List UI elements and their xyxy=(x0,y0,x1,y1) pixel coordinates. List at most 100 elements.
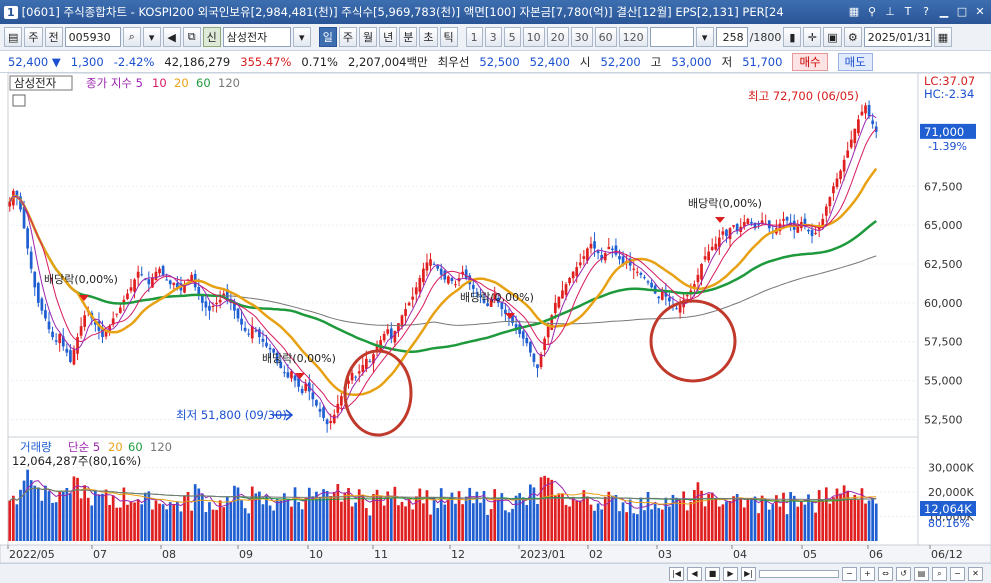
interval-10[interactable]: 10 xyxy=(522,27,545,47)
candle-body xyxy=(561,290,564,299)
period-tab-month[interactable]: 월 xyxy=(359,27,378,47)
close-icon[interactable]: ✕ xyxy=(973,5,987,19)
volume-bar xyxy=(268,505,272,541)
candle-body xyxy=(354,376,357,378)
candle-body xyxy=(33,271,37,288)
interval-60[interactable]: 60 xyxy=(594,27,617,47)
text-icon[interactable]: T xyxy=(901,5,915,19)
speaker-icon[interactable]: ◀ xyxy=(162,27,181,47)
scroll-first-icon[interactable]: |◀ xyxy=(669,566,684,581)
volume-bar xyxy=(454,503,457,541)
interval-20[interactable]: 20 xyxy=(546,27,569,47)
volume-bar xyxy=(54,502,58,541)
tag-icon[interactable]: ⧉ xyxy=(182,27,201,47)
fit-icon[interactable]: ⇔ xyxy=(878,566,893,581)
stock-code-input[interactable]: 005930 xyxy=(64,27,121,47)
time-label: 07 xyxy=(93,548,107,561)
volume-bar xyxy=(193,484,197,541)
volume-bar xyxy=(835,488,839,541)
candle-body xyxy=(807,229,810,232)
last-vol-pct-label: 80.16% xyxy=(928,517,970,530)
volume-bar xyxy=(407,498,411,541)
grid-icon[interactable]: ▦ xyxy=(847,5,861,19)
reset-icon[interactable]: ↺ xyxy=(896,566,911,581)
gear-icon[interactable]: ▤ xyxy=(4,27,23,47)
volume-bar xyxy=(611,495,614,541)
time-axis-panel xyxy=(0,544,991,563)
volume-bar xyxy=(300,509,304,541)
candle-body xyxy=(668,297,671,302)
candle-body xyxy=(757,224,760,226)
volume-bar xyxy=(511,508,514,541)
interval-dropdown-icon[interactable]: ▾ xyxy=(695,27,714,47)
candle-body xyxy=(860,111,864,116)
close-chart-icon[interactable]: ✕ xyxy=(968,566,983,581)
interval-3[interactable]: 3 xyxy=(484,27,502,47)
period-tab-minute[interactable]: 분 xyxy=(399,27,418,47)
chevron-down-icon[interactable]: ▾ xyxy=(142,27,161,47)
down-arrow-icon: ▼ xyxy=(51,54,61,69)
volume-bar xyxy=(717,506,721,541)
minus-icon[interactable]: − xyxy=(950,566,965,581)
volume-bar xyxy=(336,484,340,541)
volume-bar xyxy=(799,500,803,541)
minimize-icon[interactable]: ▁ xyxy=(937,5,951,19)
buy-button[interactable]: 매수 xyxy=(792,52,828,71)
volume-bar xyxy=(179,511,183,541)
candle-body xyxy=(746,218,750,224)
prev-button[interactable]: 전 xyxy=(44,27,63,47)
search-icon[interactable]: ⌕ xyxy=(122,27,141,47)
chart-type-icon[interactable]: ▤ xyxy=(914,566,929,581)
candle-icon[interactable]: ▮ xyxy=(783,27,802,47)
period-tab-day[interactable]: 일 xyxy=(318,27,337,47)
name-dropdown-icon[interactable]: ▾ xyxy=(292,27,311,47)
candle-body xyxy=(525,337,529,344)
volume-bar xyxy=(653,503,657,541)
period-tab-year[interactable]: 년 xyxy=(379,27,398,47)
interval-custom-input[interactable] xyxy=(649,27,694,47)
help-icon[interactable]: ? xyxy=(919,5,933,19)
volume-bar xyxy=(446,499,450,541)
sell-button[interactable]: 매도 xyxy=(837,52,873,71)
save-icon[interactable]: ▣ xyxy=(823,27,842,47)
market-select[interactable]: 주 xyxy=(24,27,43,47)
calendar-icon[interactable]: ▦ xyxy=(933,27,953,47)
price-legend-period: 20 xyxy=(174,76,189,90)
volume-bar xyxy=(168,502,172,541)
scroll-last-icon[interactable]: ▶| xyxy=(741,566,756,581)
price-volume-chart[interactable]: 67,500 65,000 62,500 60,000 57,500 55,000 52,5… xyxy=(0,73,991,563)
crosshair-icon[interactable]: ✛ xyxy=(803,27,822,47)
scroll-next-icon[interactable]: ▶ xyxy=(723,566,738,581)
scroll-prev-icon[interactable]: ◀ xyxy=(687,566,702,581)
volume-bar xyxy=(250,486,254,541)
candle-body xyxy=(553,302,557,314)
interval-5[interactable]: 5 xyxy=(503,27,521,47)
period-tab-second[interactable]: 초 xyxy=(419,27,438,47)
interval-30[interactable]: 30 xyxy=(570,27,593,47)
interval-1[interactable]: 1 xyxy=(465,27,483,47)
zoom-slider[interactable] xyxy=(759,569,839,578)
candle-body xyxy=(835,178,839,187)
lc-label: LC:37.07 xyxy=(924,74,975,88)
volume-bar xyxy=(282,493,286,541)
candle-count-input[interactable]: 258 xyxy=(715,27,748,47)
volume-bar xyxy=(15,504,19,541)
link-icon[interactable]: ⚲ xyxy=(865,5,879,19)
search-chart-icon[interactable]: ⌕ xyxy=(932,566,947,581)
time-label: 08 xyxy=(162,548,176,561)
pin-icon[interactable]: ⊥ xyxy=(883,5,897,19)
date-input[interactable]: 2025/01/31 xyxy=(863,27,932,47)
candle-body xyxy=(782,218,785,221)
candle-body xyxy=(29,251,33,269)
zoom-in-icon[interactable]: + xyxy=(860,566,875,581)
period-tab-tick[interactable]: 틱 xyxy=(439,27,458,47)
settings-icon[interactable]: ⚙ xyxy=(843,27,862,47)
chart-area[interactable]: 67,500 65,000 62,500 60,000 57,500 55,000 52,5… xyxy=(0,73,991,563)
maximize-icon[interactable]: □ xyxy=(955,5,969,19)
interval-120[interactable]: 120 xyxy=(618,27,648,47)
zoom-out-icon[interactable]: − xyxy=(842,566,857,581)
volume-bar xyxy=(11,495,15,541)
volume-bar xyxy=(675,497,678,541)
period-tab-week[interactable]: 주 xyxy=(338,27,358,47)
stop-icon[interactable]: ■ xyxy=(705,566,720,581)
